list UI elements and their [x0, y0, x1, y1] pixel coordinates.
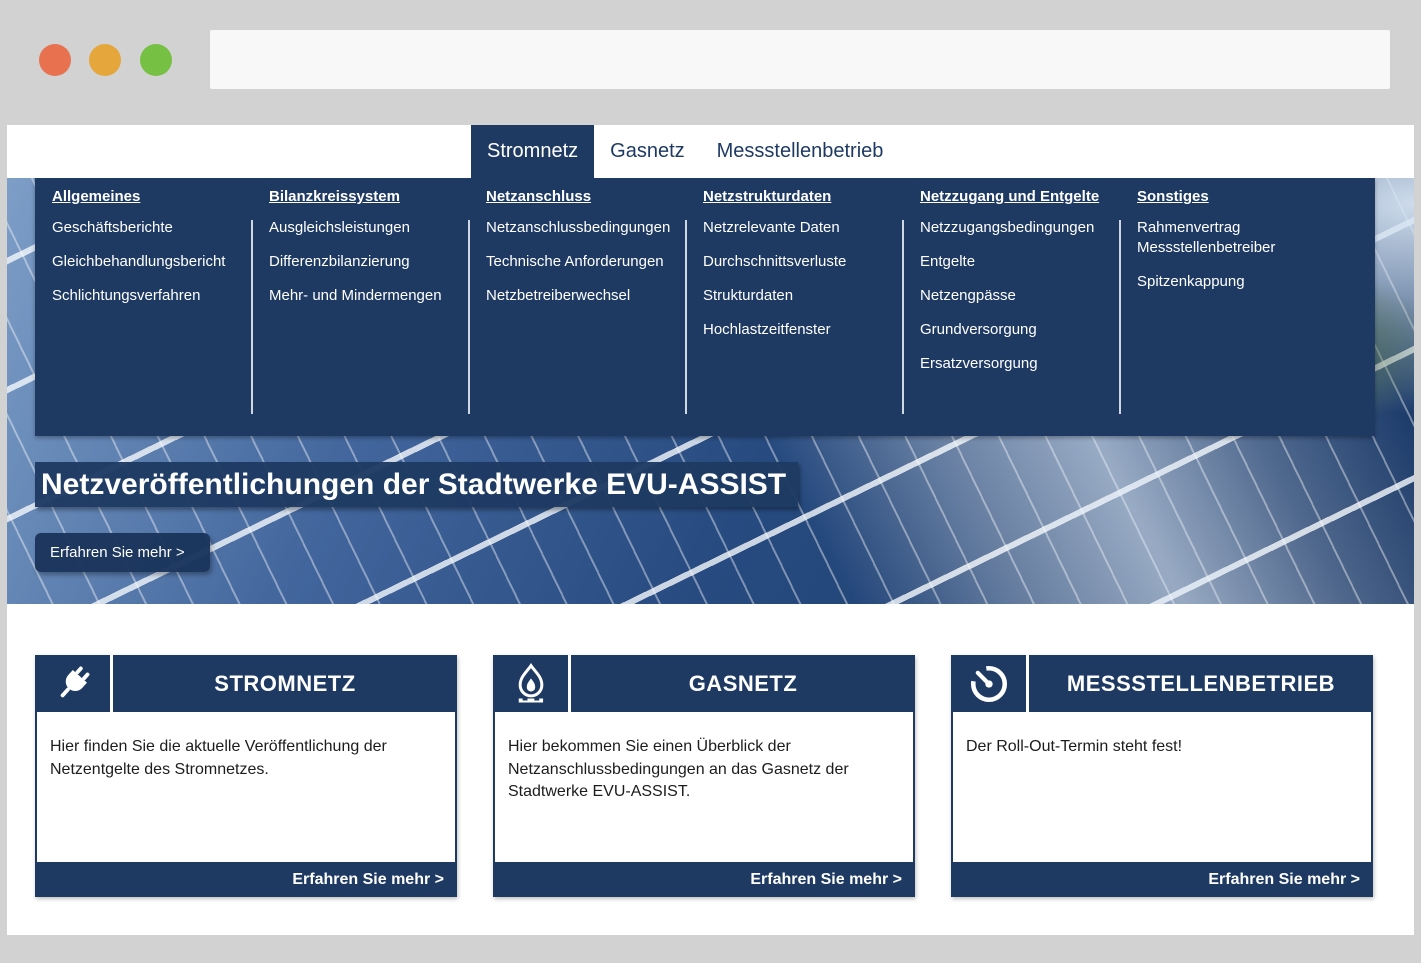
tab-gasnetz[interactable]: Gasnetz [594, 125, 700, 178]
main-nav: Stromnetz Gasnetz Messstellenbetrieb [7, 125, 1414, 178]
menu-item-ersatzversorgung[interactable]: Ersatzversorgung [920, 354, 1120, 374]
card-stromnetz: STROMNETZ Hier finden Sie die aktuelle V… [35, 655, 457, 897]
card-text: Hier finden Sie die aktuelle Veröffentli… [50, 736, 441, 781]
menu-item-ausgleichsleistungen[interactable]: Ausgleichsleistungen [269, 218, 469, 238]
window-close-button[interactable] [39, 44, 71, 76]
flame-icon [493, 655, 568, 712]
messstellenbetrieb-learn-more-button[interactable]: Erfahren Sie mehr > [951, 862, 1373, 897]
menu-item-strukturdaten[interactable]: Strukturdaten [703, 286, 903, 306]
menu-column-bilanzkreissystem: Bilanzkreissystem Ausgleichsleistungen D… [252, 188, 469, 436]
card-messstellenbetrieb: MESSSTELLENBETRIEB Der Roll-Out-Termin s… [951, 655, 1373, 897]
menu-item-gleichbehandlungsbericht[interactable]: Gleichbehandlungsbericht [52, 252, 252, 272]
window-minimize-button[interactable] [89, 44, 121, 76]
menu-item-netzrelevante-daten[interactable]: Netzrelevante Daten [703, 218, 903, 238]
menu-column-netzstrukturdaten: Netzstrukturdaten Netzrelevante Daten Du… [686, 188, 903, 436]
card-text: Der Roll-Out-Termin steht fest! [966, 736, 1357, 759]
gasnetz-learn-more-button[interactable]: Erfahren Sie mehr > [493, 862, 915, 897]
menu-item-netzzugangsbedingungen[interactable]: Netzzugangsbedingungen [920, 218, 1120, 238]
menu-heading-sonstiges[interactable]: Sonstiges [1137, 188, 1209, 205]
card-header: MESSSTELLENBETRIEB [951, 655, 1373, 712]
menu-heading-bilanzkreissystem[interactable]: Bilanzkreissystem [269, 188, 400, 205]
mega-menu: Allgemeines Geschäftsberichte Gleichbeha… [35, 178, 1375, 436]
card-header: GASNETZ [493, 655, 915, 712]
menu-column-netzanschluss: Netzanschluss Netzanschlussbedingungen T… [469, 188, 686, 436]
stromnetz-learn-more-button[interactable]: Erfahren Sie mehr > [35, 862, 457, 897]
browser-window: Stromnetz Gasnetz Messstellenbetrieb All… [0, 0, 1421, 963]
menu-item-mehr-und-mindermengen[interactable]: Mehr- und Mindermengen [269, 286, 469, 306]
card-body-stromnetz: Hier finden Sie die aktuelle Veröffentli… [35, 712, 457, 862]
card-title-stromnetz: STROMNETZ [113, 655, 457, 712]
card-gasnetz: GASNETZ Hier bekommen Sie einen Überblic… [493, 655, 915, 897]
menu-column-allgemeines: Allgemeines Geschäftsberichte Gleichbeha… [35, 188, 252, 436]
menu-heading-netzanschluss[interactable]: Netzanschluss [486, 188, 591, 205]
hero-learn-more-button[interactable]: Erfahren Sie mehr > [35, 533, 210, 572]
menu-item-geschaeftsberichte[interactable]: Geschäftsberichte [52, 218, 252, 238]
menu-item-netzanschlussbedingungen[interactable]: Netzanschlussbedingungen [486, 218, 686, 238]
menu-item-grundversorgung[interactable]: Grundversorgung [920, 320, 1120, 340]
menu-item-differenzbilanzierung[interactable]: Differenzbilanzierung [269, 252, 469, 272]
tab-stromnetz[interactable]: Stromnetz [471, 125, 594, 178]
menu-heading-netzstrukturdaten[interactable]: Netzstrukturdaten [703, 188, 831, 205]
menu-item-technische-anforderungen[interactable]: Technische Anforderungen [486, 252, 686, 272]
menu-column-sonstiges: Sonstiges Rahmenvertrag Messstellenbetre… [1120, 188, 1375, 436]
page-title: Netzveröffentlichungen der Stadtwerke EV… [35, 462, 798, 507]
card-body-gasnetz: Hier bekommen Sie einen Überblick der Ne… [493, 712, 915, 862]
browser-chrome [0, 0, 1421, 125]
plug-icon [35, 655, 110, 712]
gauge-icon [951, 655, 1026, 712]
menu-item-schlichtungsverfahren[interactable]: Schlichtungsverfahren [52, 286, 252, 306]
menu-item-durchschnittsverluste[interactable]: Durchschnittsverluste [703, 252, 903, 272]
tab-messstellenbetrieb[interactable]: Messstellenbetrieb [701, 125, 900, 178]
menu-heading-netzzugang-und-entgelte[interactable]: Netzzugang und Entgelte [920, 188, 1099, 205]
hero-banner: Allgemeines Geschäftsberichte Gleichbeha… [7, 178, 1414, 604]
menu-item-spitzenkappung[interactable]: Spitzenkappung [1137, 272, 1375, 292]
card-body-messstellenbetrieb: Der Roll-Out-Termin steht fest! [951, 712, 1373, 862]
card-header: STROMNETZ [35, 655, 457, 712]
menu-item-entgelte[interactable]: Entgelte [920, 252, 1120, 272]
card-title-gasnetz: GASNETZ [571, 655, 915, 712]
teaser-cards: STROMNETZ Hier finden Sie die aktuelle V… [35, 655, 1379, 897]
card-text: Hier bekommen Sie einen Überblick der Ne… [508, 736, 899, 804]
menu-heading-allgemeines[interactable]: Allgemeines [52, 188, 140, 205]
webpage: Stromnetz Gasnetz Messstellenbetrieb All… [7, 125, 1414, 935]
menu-item-netzbetreiberwechsel[interactable]: Netzbetreiberwechsel [486, 286, 686, 306]
address-bar[interactable] [210, 30, 1390, 89]
card-title-messstellenbetrieb: MESSSTELLENBETRIEB [1029, 655, 1373, 712]
menu-item-netzengpaesse[interactable]: Netzengpässe [920, 286, 1120, 306]
menu-column-netzzugang-und-entgelte: Netzzugang und Entgelte Netzzugangsbedin… [903, 188, 1120, 436]
window-zoom-button[interactable] [140, 44, 172, 76]
menu-item-hochlastzeitfenster[interactable]: Hochlastzeitfenster [703, 320, 903, 340]
menu-item-rahmenvertrag-messstellenbetreiber[interactable]: Rahmenvertrag Messstellenbetreiber [1137, 218, 1287, 258]
